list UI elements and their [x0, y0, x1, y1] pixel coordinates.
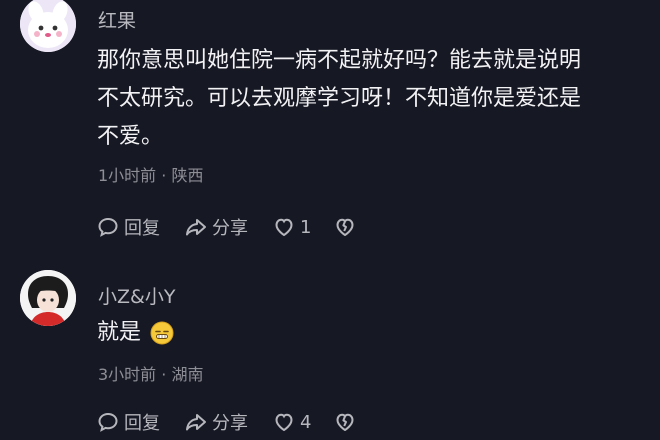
like-button[interactable]: 1	[272, 215, 311, 239]
awkward-smile-emoji-icon	[149, 320, 175, 346]
comment-text-line: 就是	[97, 320, 142, 345]
share-button[interactable]: 分享	[184, 409, 248, 435]
comment-item: 小Z&小Y 就是 3小时前 · 湖南 回复 分享 4	[0, 255, 660, 440]
avatar[interactable]	[20, 0, 76, 52]
broken-heart-icon	[336, 218, 354, 236]
comment-actions: 回复 分享 1	[96, 214, 385, 240]
like-count: 4	[300, 411, 312, 433]
comment-list: 红果 那你意思叫她住院一病不起就好吗？能去就是说明 不太研究。可以去观摩学习呀！…	[0, 0, 660, 440]
username[interactable]: 红果	[98, 6, 136, 33]
comment-text-line: 不爱。	[97, 124, 164, 149]
like-count: 1	[300, 216, 312, 238]
share-arrow-icon	[186, 219, 206, 236]
reply-label: 回复	[124, 218, 160, 239]
dislike-button[interactable]	[333, 215, 361, 239]
share-button[interactable]: 分享	[184, 214, 248, 240]
comment-item: 红果 那你意思叫她住院一病不起就好吗？能去就是说明 不太研究。可以去观摩学习呀！…	[0, 0, 660, 255]
comment-text: 那你意思叫她住院一病不起就好吗？能去就是说明 不太研究。可以去观摩学习呀！不知道…	[97, 42, 637, 156]
comment-actions: 回复 分享 4	[96, 409, 385, 435]
comment-text-line: 不太研究。可以去观摩学习呀！不知道你是爱还是	[97, 86, 582, 111]
comment-meta: 3小时前 · 湖南	[98, 365, 204, 384]
comment-text-line: 那你意思叫她住院一病不起就好吗？能去就是说明	[97, 48, 582, 73]
like-button[interactable]: 4	[272, 410, 311, 434]
broken-heart-icon	[336, 413, 354, 431]
reply-label: 回复	[124, 413, 160, 434]
heart-icon	[275, 413, 293, 432]
share-label: 分享	[212, 218, 248, 239]
comment-meta: 1小时前 · 陕西	[98, 166, 204, 185]
heart-icon	[275, 218, 293, 237]
share-arrow-icon	[186, 414, 206, 431]
reply-button[interactable]: 回复	[96, 214, 160, 240]
avatar[interactable]	[20, 270, 76, 326]
dislike-button[interactable]	[333, 410, 361, 434]
speech-bubble-icon	[98, 217, 118, 237]
share-label: 分享	[212, 413, 248, 434]
comment-text: 就是	[97, 314, 637, 352]
reply-button[interactable]: 回复	[96, 409, 160, 435]
username[interactable]: 小Z&小Y	[98, 282, 175, 309]
speech-bubble-icon	[98, 412, 118, 432]
